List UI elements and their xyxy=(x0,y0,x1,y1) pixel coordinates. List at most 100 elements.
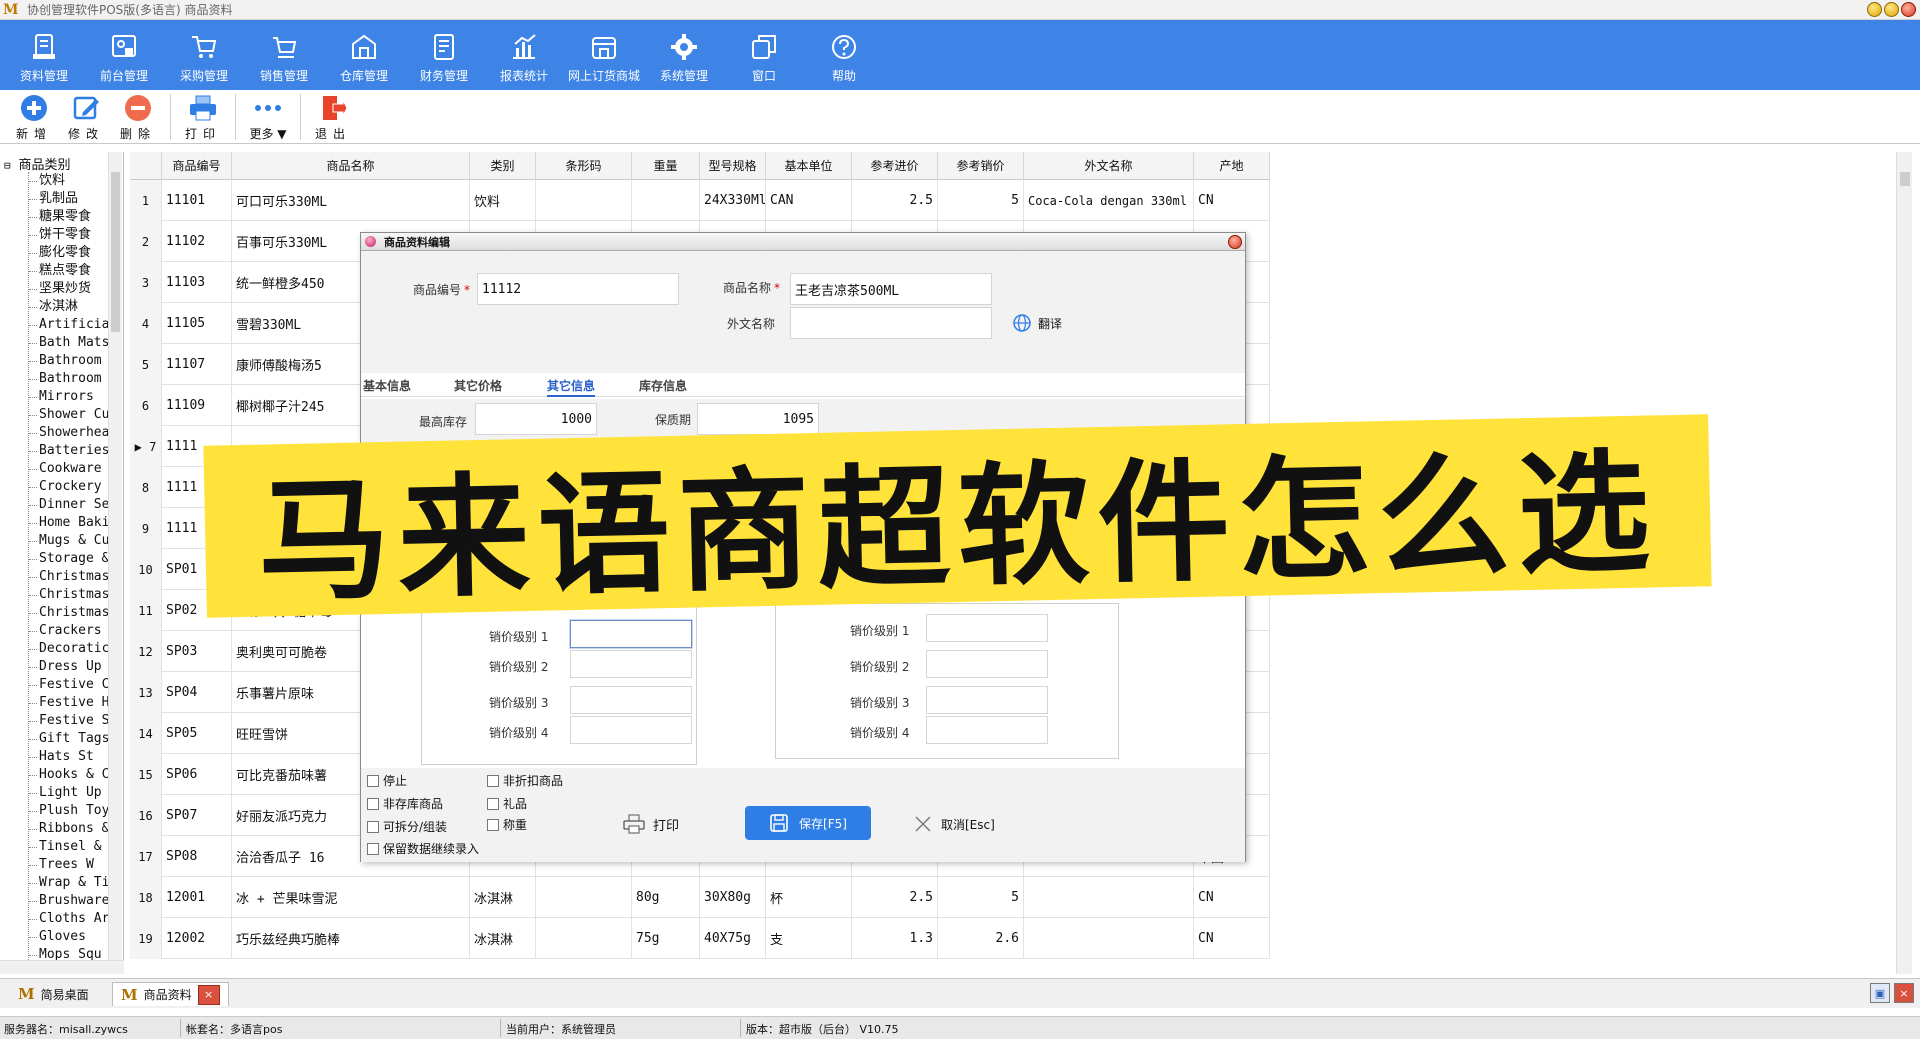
price-level-input[interactable] xyxy=(926,716,1048,744)
keep-data-checkbox[interactable]: 保留数据继续录入 xyxy=(367,840,479,857)
tree-item[interactable]: Hats St xyxy=(29,748,109,766)
ribbon-item-4[interactable]: 仓库管理 xyxy=(324,20,404,90)
ribbon-item-7[interactable]: 网上订货商城 xyxy=(564,20,644,90)
tree-item[interactable]: Wrap & Ti xyxy=(29,874,109,892)
column-header[interactable]: 商品编号 xyxy=(162,152,232,180)
price-level-input[interactable] xyxy=(570,716,692,744)
tree-item[interactable]: Cloths Ar xyxy=(29,910,109,928)
tree-item[interactable]: Light Up xyxy=(29,784,109,802)
table-row[interactable]: 19 12002 巧乐兹经典巧脆棒 冰淇淋 75g 40X75g 支 1.3 2.6 CN xyxy=(130,918,1270,959)
stop-checkbox[interactable]: 停止 xyxy=(367,772,407,789)
gift-checkbox[interactable]: 礼品 xyxy=(487,795,527,812)
scroll-thumb[interactable] xyxy=(111,172,120,332)
save-button[interactable]: 保存[F5] xyxy=(745,806,871,840)
close-icon[interactable]: × xyxy=(1894,983,1914,1003)
dialog-close-button[interactable] xyxy=(1228,235,1242,249)
tree-item[interactable]: 饼干零食 xyxy=(29,226,109,244)
restore-icon[interactable]: ▣ xyxy=(1870,983,1890,1003)
ribbon-item-0[interactable]: 资料管理 xyxy=(4,20,84,90)
delete-button[interactable]: 删除 xyxy=(112,90,164,142)
column-header[interactable]: 参考销价 xyxy=(938,152,1024,180)
price-level-input[interactable] xyxy=(926,614,1048,642)
column-header[interactable]: 产地 xyxy=(1194,152,1270,180)
tree-item[interactable]: 坚果炒货 xyxy=(29,280,109,298)
table-vertical-scrollbar[interactable] xyxy=(1896,152,1912,974)
column-header[interactable]: 条形码 xyxy=(536,152,632,180)
column-header[interactable]: 型号规格 xyxy=(700,152,766,180)
cancel-button[interactable]: 取消[Esc] xyxy=(913,814,995,834)
add-button[interactable]: 新增 xyxy=(8,90,60,142)
tree-item[interactable]: Crockery xyxy=(29,478,109,496)
column-header[interactable]: 重量 xyxy=(632,152,700,180)
no-discount-checkbox[interactable]: 非折扣商品 xyxy=(487,772,563,789)
tree-item[interactable]: Ribbons & xyxy=(29,820,109,838)
translate-button[interactable]: 翻译 xyxy=(1012,313,1062,333)
print-button[interactable]: 打印 xyxy=(177,90,229,142)
ribbon-item-2[interactable]: 采购管理 xyxy=(164,20,244,90)
edit-button[interactable]: 修改 xyxy=(60,90,112,142)
price-level-input[interactable] xyxy=(926,650,1048,678)
tree-item[interactable]: Gift Tags xyxy=(29,730,109,748)
tree-item[interactable]: Mirrors xyxy=(29,388,109,406)
column-header[interactable]: 类别 xyxy=(470,152,536,180)
ribbon-item-9[interactable]: 窗口 xyxy=(724,20,804,90)
tree-item[interactable]: Festive S xyxy=(29,712,109,730)
tree-item[interactable]: Showerhea xyxy=(29,424,109,442)
tree-item[interactable]: Dress Up xyxy=(29,658,109,676)
column-header[interactable]: 商品名称 xyxy=(232,152,470,180)
dialog-print-button[interactable]: 打印 xyxy=(623,814,679,834)
tree-item[interactable]: Artificia xyxy=(29,316,109,334)
dialog-title-bar[interactable]: 商品资料编辑 xyxy=(361,233,1245,251)
tree-item[interactable]: Trees W xyxy=(29,856,109,874)
tree-root[interactable]: ⊟ 商品类别 xyxy=(4,154,70,173)
tree-item[interactable]: 膨化零食 xyxy=(29,244,109,262)
tree-item[interactable]: Mugs & Cu xyxy=(29,532,109,550)
tree-item[interactable]: Home Baki xyxy=(29,514,109,532)
price-level-input[interactable] xyxy=(570,620,692,648)
column-header[interactable]: 基本单位 xyxy=(766,152,852,180)
tree-vertical-scrollbar[interactable] xyxy=(108,152,122,960)
split-assemble-checkbox[interactable]: 可拆分/组装 xyxy=(367,818,447,835)
tab-basic-info[interactable]: 基本信息 xyxy=(363,377,411,394)
tree-item[interactable]: 乳制品 xyxy=(29,190,109,208)
tree-item[interactable]: Cookware xyxy=(29,460,109,478)
exit-button[interactable]: 退出 xyxy=(307,90,359,142)
tree-item[interactable]: Christmas xyxy=(29,604,109,622)
price-level-input[interactable] xyxy=(570,686,692,714)
ribbon-item-3[interactable]: 销售管理 xyxy=(244,20,324,90)
close-window-button[interactable] xyxy=(1901,2,1916,17)
scroll-thumb[interactable] xyxy=(1900,172,1910,186)
collapse-icon[interactable]: ⊟ xyxy=(4,159,11,172)
tab-stock-info[interactable]: 库存信息 xyxy=(639,377,687,394)
tree-item[interactable]: Mops Squ xyxy=(29,946,109,960)
tree-item[interactable]: Dinner Se xyxy=(29,496,109,514)
tree-item[interactable]: Bathroom xyxy=(29,370,109,388)
tree-item[interactable]: Crackers xyxy=(29,622,109,640)
price-level-input[interactable] xyxy=(926,686,1048,714)
tree-item[interactable]: Festive C xyxy=(29,676,109,694)
tree-item[interactable]: 冰淇淋 xyxy=(29,298,109,316)
column-header[interactable]: 外文名称 xyxy=(1024,152,1194,180)
tree-item[interactable]: Storage & xyxy=(29,550,109,568)
ribbon-item-6[interactable]: 报表统计 xyxy=(484,20,564,90)
tree-item[interactable]: Gloves xyxy=(29,928,109,946)
tab-other-info[interactable]: 其它信息 xyxy=(547,377,596,397)
tree-item[interactable]: Brushware xyxy=(29,892,109,910)
ribbon-item-1[interactable]: 前台管理 xyxy=(84,20,164,90)
more-button[interactable]: 更多 ▼ xyxy=(242,90,294,142)
tree-item[interactable]: Festive H xyxy=(29,694,109,712)
name-input[interactable]: 王老吉凉茶500ML xyxy=(790,273,992,305)
ribbon-item-5[interactable]: 财务管理 xyxy=(404,20,484,90)
tab-other-prices[interactable]: 其它价格 xyxy=(454,377,502,394)
code-input[interactable]: 11112 xyxy=(477,273,679,305)
tree-item[interactable]: Bath Mats xyxy=(29,334,109,352)
tree-item[interactable]: Bathroom xyxy=(29,352,109,370)
tree-horizontal-scrollbar[interactable] xyxy=(0,960,124,974)
tree-item[interactable]: Plush Toy xyxy=(29,802,109,820)
tree-item[interactable]: Tinsel & xyxy=(29,838,109,856)
tree-item[interactable]: Batteries xyxy=(29,442,109,460)
minimize-button[interactable] xyxy=(1867,2,1882,17)
ribbon-item-8[interactable]: 系统管理 xyxy=(644,20,724,90)
column-header[interactable]: 参考进价 xyxy=(852,152,938,180)
tree-item[interactable]: Hooks & C xyxy=(29,766,109,784)
